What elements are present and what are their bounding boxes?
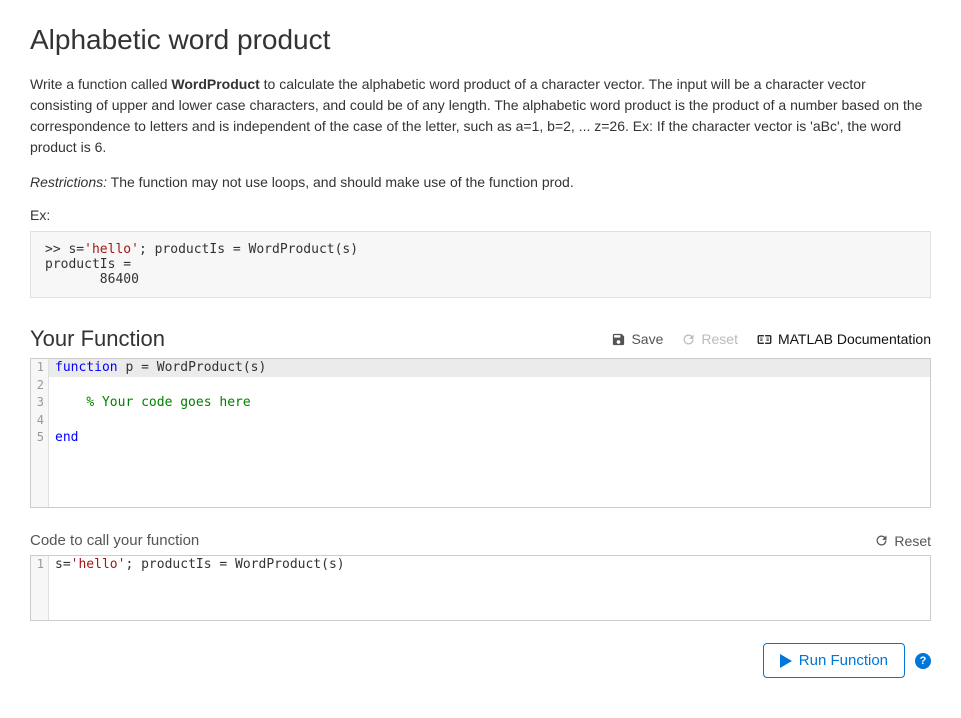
string: 'hello'	[71, 557, 126, 572]
example-label: Ex:	[30, 207, 931, 223]
editor-line: 1 s='hello'; productIs = WordProduct(s)	[31, 556, 930, 574]
sample-l3: 86400	[45, 272, 139, 287]
editor-padding	[31, 447, 930, 507]
line-number: 1	[31, 556, 49, 574]
matlab-doc-button[interactable]: MATLAB Documentation	[756, 331, 931, 347]
line-number: 2	[31, 377, 49, 394]
restrictions: Restrictions: The function may not use l…	[30, 172, 931, 193]
call-function-heading: Code to call your function	[30, 532, 199, 549]
sample-l1-prefix: >> s=	[45, 242, 84, 257]
editor-line: 5 end	[31, 429, 930, 447]
call-editor[interactable]: 1 s='hello'; productIs = WordProduct(s)	[30, 555, 931, 621]
function-editor[interactable]: 1 function p = WordProduct(s) 2 3 % Your…	[30, 358, 931, 508]
editor-line: 3 % Your code goes here	[31, 394, 930, 412]
save-label: Save	[631, 331, 663, 347]
your-function-heading: Your Function	[30, 326, 165, 352]
save-icon	[611, 332, 626, 347]
book-icon	[756, 332, 773, 347]
save-button[interactable]: Save	[611, 331, 663, 347]
line-number: 4	[31, 412, 49, 429]
editor-toolbar: Save Reset MATLAB Documentation	[611, 331, 931, 347]
editor-line: 1 function p = WordProduct(s)	[31, 359, 930, 377]
code-text: p = WordProduct(s)	[118, 360, 267, 375]
editor-line: 2	[31, 377, 930, 394]
sample-l1-suffix: ; productIs = WordProduct(s)	[139, 242, 358, 257]
line-number: 3	[31, 394, 49, 412]
reset-icon	[681, 332, 696, 347]
reset-call-button[interactable]: Reset	[874, 533, 931, 549]
page-title: Alphabetic word product	[30, 24, 931, 56]
restrictions-text: The function may not use loops, and shou…	[107, 174, 574, 190]
example-code-block: >> s='hello'; productIs = WordProduct(s)…	[30, 231, 931, 298]
desc-prefix: Write a function called	[30, 76, 171, 92]
line-number: 1	[31, 359, 49, 377]
reset-call-label: Reset	[894, 533, 931, 549]
restrictions-label: Restrictions:	[30, 174, 107, 190]
editor-padding	[31, 574, 930, 620]
desc-fn-name: WordProduct	[171, 76, 259, 92]
comment: % Your code goes here	[86, 395, 250, 410]
reset-button[interactable]: Reset	[681, 331, 738, 347]
indent	[55, 395, 86, 410]
run-label: Run Function	[799, 652, 888, 669]
code-text: ; productIs = WordProduct(s)	[125, 557, 344, 572]
reset-icon	[874, 533, 889, 548]
problem-description: Write a function called WordProduct to c…	[30, 74, 931, 158]
sample-l1-str: 'hello'	[84, 242, 139, 257]
help-icon[interactable]: ?	[915, 653, 931, 669]
reset-label: Reset	[701, 331, 738, 347]
kw: end	[55, 430, 78, 445]
editor-line: 4	[31, 412, 930, 429]
sample-l2: productIs =	[45, 257, 131, 272]
line-number: 5	[31, 429, 49, 447]
kw: function	[55, 360, 118, 375]
code-text: s=	[55, 557, 71, 572]
doc-label: MATLAB Documentation	[778, 331, 931, 347]
play-icon	[780, 654, 792, 668]
run-function-button[interactable]: Run Function	[763, 643, 905, 678]
